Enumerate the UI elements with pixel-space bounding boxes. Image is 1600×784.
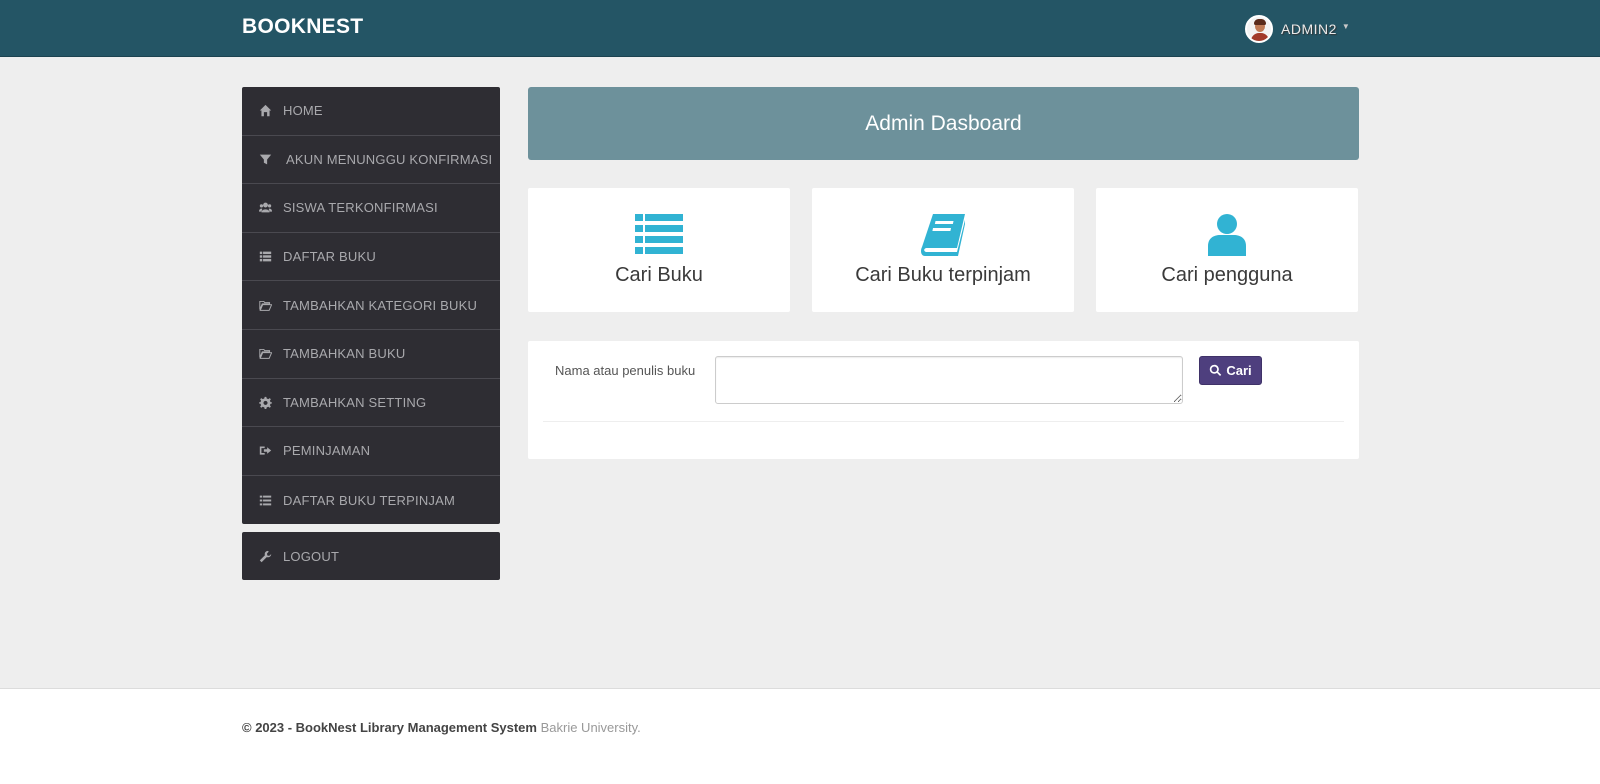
sidebar-item-tambahkan-setting[interactable]: TAMBAHKAN SETTING <box>242 379 500 428</box>
sidebar-menu: HOME AKUN MENUNGGU KONFIRMASI SISWA TERK… <box>242 87 500 525</box>
book-icon <box>812 214 1074 256</box>
footer-org: Bakrie University. <box>540 720 641 735</box>
card-label: Cari Buku <box>615 264 703 286</box>
brand-logo[interactable]: BOOKNEST <box>242 15 363 39</box>
sidebar-item-daftar-buku-terpinjam[interactable]: DAFTAR BUKU TERPINJAM <box>242 476 500 525</box>
users-icon <box>258 201 272 215</box>
sign-out-icon <box>258 444 272 458</box>
sidebar-item-label: TAMBAHKAN SETTING <box>283 394 427 410</box>
logout-label: LOGOUT <box>283 548 340 564</box>
search-input[interactable] <box>715 356 1183 404</box>
top-navbar: BOOKNEST ADMIN2 ▼ <box>0 0 1600 57</box>
user-icon <box>1096 214 1358 256</box>
sidebar-item-label: SISWA TERKONFIRMASI <box>283 200 438 216</box>
search-panel: Nama atau penulis buku Cari <box>528 341 1359 459</box>
dashboard-header: Admin Dasboard <box>528 87 1359 160</box>
sidebar-item-tambahkan-kategori-buku[interactable]: TAMBAHKAN KATEGORI BUKU <box>242 281 500 330</box>
wrench-icon <box>258 549 272 563</box>
card-label: Cari Buku terpinjam <box>855 264 1031 286</box>
sidebar-item-label: DAFTAR BUKU <box>283 249 376 265</box>
user-menu[interactable]: ADMIN2 ▼ <box>1245 14 1350 44</box>
card-cari-buku[interactable]: Cari Buku <box>528 188 790 312</box>
sidebar-item-home[interactable]: HOME <box>242 87 500 136</box>
divider <box>543 421 1344 422</box>
sidebar-item-label: TAMBAHKAN KATEGORI BUKU <box>283 297 478 313</box>
page-title: Admin Dasboard <box>865 111 1022 135</box>
sidebar-item-label: AKUN MENUNGGU KONFIRMASI <box>286 151 493 167</box>
sidebar-item-label: DAFTAR BUKU TERPINJAM <box>283 492 456 508</box>
sidebar-item-daftar-buku[interactable]: DAFTAR BUKU <box>242 233 500 282</box>
avatar[interactable] <box>1245 15 1273 43</box>
home-icon <box>258 104 272 118</box>
copyright-text: © 2023 - BookNest Library Management Sys… <box>242 720 537 735</box>
sidebar-item-label: PEMINJAMAN <box>283 443 371 459</box>
sidebar-item-label: TAMBAHKAN BUKU <box>283 346 406 362</box>
logout-panel: LOGOUT <box>242 532 500 580</box>
folder-open-icon <box>258 347 272 361</box>
search-icon <box>1210 364 1222 376</box>
sidebar-item-label: HOME <box>283 103 323 119</box>
caret-down-icon[interactable]: ▼ <box>1342 22 1350 31</box>
username[interactable]: ADMIN2 <box>1281 21 1337 37</box>
gear-icon <box>258 395 272 409</box>
sidebar-item-siswa-terkonfirmasi[interactable]: SISWA TERKONFIRMASI <box>242 184 500 233</box>
sidebar-item-tambahkan-buku[interactable]: TAMBAHKAN BUKU <box>242 330 500 379</box>
sidebar-item-akun-menunggu-konfirmasi[interactable]: AKUN MENUNGGU KONFIRMASI <box>242 136 500 185</box>
search-button-label: Cari <box>1226 363 1252 378</box>
search-label: Nama atau penulis buku <box>555 363 696 378</box>
card-cari-pengguna[interactable]: Cari pengguna <box>1096 188 1358 312</box>
search-button[interactable]: Cari <box>1199 356 1262 385</box>
logout-button[interactable]: LOGOUT <box>242 532 500 580</box>
list-icon <box>258 250 272 264</box>
folder-open-icon <box>258 298 272 312</box>
footer: © 2023 - BookNest Library Management Sys… <box>0 688 1600 784</box>
footer-text: © 2023 - BookNest Library Management Sys… <box>242 720 641 735</box>
list-icon <box>258 493 272 507</box>
list-icon <box>528 214 790 256</box>
card-label: Cari pengguna <box>1161 264 1293 286</box>
card-cari-buku-terpinjam[interactable]: Cari Buku terpinjam <box>812 188 1074 312</box>
filter-icon <box>258 152 272 166</box>
sidebar-item-peminjaman[interactable]: PEMINJAMAN <box>242 427 500 476</box>
